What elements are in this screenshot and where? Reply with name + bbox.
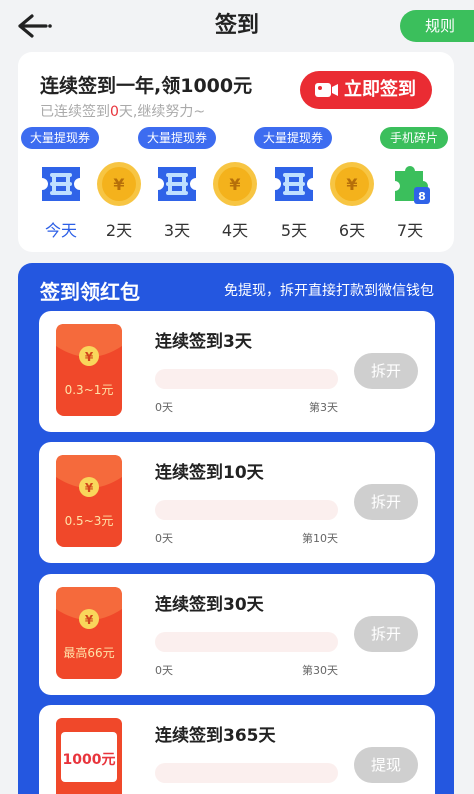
progress-bar bbox=[155, 763, 338, 783]
gold-coin-icon: ¥ bbox=[213, 162, 257, 206]
signin-card: 连续签到一年,领1000元 已连续签到0天,继续努力~ 立即签到 大量提现券 大… bbox=[18, 52, 454, 252]
red-packet-subtitle: 免提现，拆开直接打款到微信钱包 bbox=[224, 283, 434, 299]
red-packet-item-title: 连续签到365天 bbox=[155, 726, 276, 746]
svg-text:8: 8 bbox=[418, 190, 426, 203]
svg-text:¥: ¥ bbox=[113, 175, 124, 194]
days-signed-count: 0 bbox=[110, 104, 119, 120]
day-label: 今天 bbox=[44, 221, 77, 240]
gold-coin-icon: ¥ bbox=[330, 162, 374, 206]
progress-bar bbox=[155, 632, 338, 652]
signin-title: 连续签到一年,领1000元 bbox=[40, 75, 253, 97]
red-packet-item: ¥ 0.5~3元 连续签到10天 0天 第10天 拆开 bbox=[39, 442, 435, 563]
red-envelope-icon: ¥ bbox=[56, 455, 122, 547]
subtitle-suffix: 天,继续努力~ bbox=[118, 104, 206, 120]
day-1-tag: 大量提现券 bbox=[21, 127, 99, 149]
red-envelope-icon: ¥ bbox=[56, 587, 122, 679]
signin-now-button[interactable]: 立即签到 bbox=[300, 71, 432, 109]
day-label: 2天 bbox=[105, 221, 133, 240]
progress-bar bbox=[155, 500, 338, 520]
day-label: 4天 bbox=[221, 221, 249, 240]
open-red-packet-button[interactable]: 拆开 bbox=[354, 616, 418, 652]
progress-end-label: 第10天 bbox=[302, 532, 338, 545]
signin-subtitle: 已连续签到0天,继续努力~ bbox=[40, 101, 205, 121]
withdraw-ticket-icon bbox=[275, 167, 313, 201]
red-packet-item-title: 连续签到30天 bbox=[155, 595, 264, 615]
red-packet-amount: 0.3~1元 bbox=[64, 383, 114, 397]
red-packet-amount: 最高66元 bbox=[63, 646, 115, 660]
day-label: 3天 bbox=[163, 221, 191, 240]
svg-text:¥: ¥ bbox=[85, 613, 94, 627]
svg-text:¥: ¥ bbox=[229, 175, 240, 194]
red-packet-title: 签到领红包 bbox=[40, 280, 140, 304]
video-camera-icon bbox=[315, 83, 338, 97]
progress-start-label: 0天 bbox=[155, 532, 173, 545]
withdraw-ticket-icon bbox=[158, 167, 196, 201]
open-red-packet-button[interactable]: 拆开 bbox=[354, 484, 418, 520]
red-packet-item-title: 连续签到3天 bbox=[155, 332, 252, 352]
signin-now-label: 立即签到 bbox=[344, 79, 416, 100]
red-packet-item: ¥ 0.3~1元 连续签到3天 0天 第3天 拆开 bbox=[39, 311, 435, 432]
day-label: 5天 bbox=[280, 221, 308, 240]
subtitle-prefix: 已连续签到 bbox=[40, 104, 110, 120]
progress-end-label: 第3天 bbox=[309, 401, 338, 414]
svg-text:¥: ¥ bbox=[346, 175, 357, 194]
progress-start-label: 0天 bbox=[155, 401, 173, 414]
withdraw-button[interactable]: 提现 bbox=[354, 747, 418, 783]
open-red-packet-button[interactable]: 拆开 bbox=[354, 353, 418, 389]
red-packet-amount: 0.5~3元 bbox=[64, 514, 114, 528]
red-packet-item: 1000元 连续签到365天 提现 bbox=[39, 705, 435, 794]
withdraw-ticket-icon bbox=[42, 167, 80, 201]
gold-coin-icon: ¥ bbox=[97, 162, 141, 206]
phone-fragment-puzzle-icon: 8 bbox=[395, 166, 430, 204]
red-packet-section: 签到领红包 免提现，拆开直接打款到微信钱包 ¥ 0.3~1元 连续签到3天 0天… bbox=[18, 263, 454, 794]
progress-end-label: 第30天 bbox=[302, 664, 338, 677]
day-label: 7天 bbox=[396, 221, 424, 240]
day-7-tag: 手机碎片 bbox=[380, 127, 448, 149]
day-5-tag: 大量提现券 bbox=[254, 127, 332, 149]
red-packet-item: ¥ 最高66元 连续签到30天 0天 第30天 拆开 bbox=[39, 574, 435, 695]
red-packet-amount: 1000元 bbox=[62, 752, 116, 768]
day-3-tag: 大量提现券 bbox=[138, 127, 216, 149]
red-envelope-icon: ¥ bbox=[56, 324, 122, 416]
header: 签到 规则 bbox=[0, 0, 474, 52]
rules-button[interactable]: 规则 bbox=[400, 10, 474, 42]
red-packet-item-title: 连续签到10天 bbox=[155, 463, 264, 483]
progress-bar bbox=[155, 369, 338, 389]
day-label: 6天 bbox=[338, 221, 366, 240]
progress-start-label: 0天 bbox=[155, 664, 173, 677]
svg-text:¥: ¥ bbox=[85, 350, 94, 364]
svg-text:¥: ¥ bbox=[85, 481, 94, 495]
